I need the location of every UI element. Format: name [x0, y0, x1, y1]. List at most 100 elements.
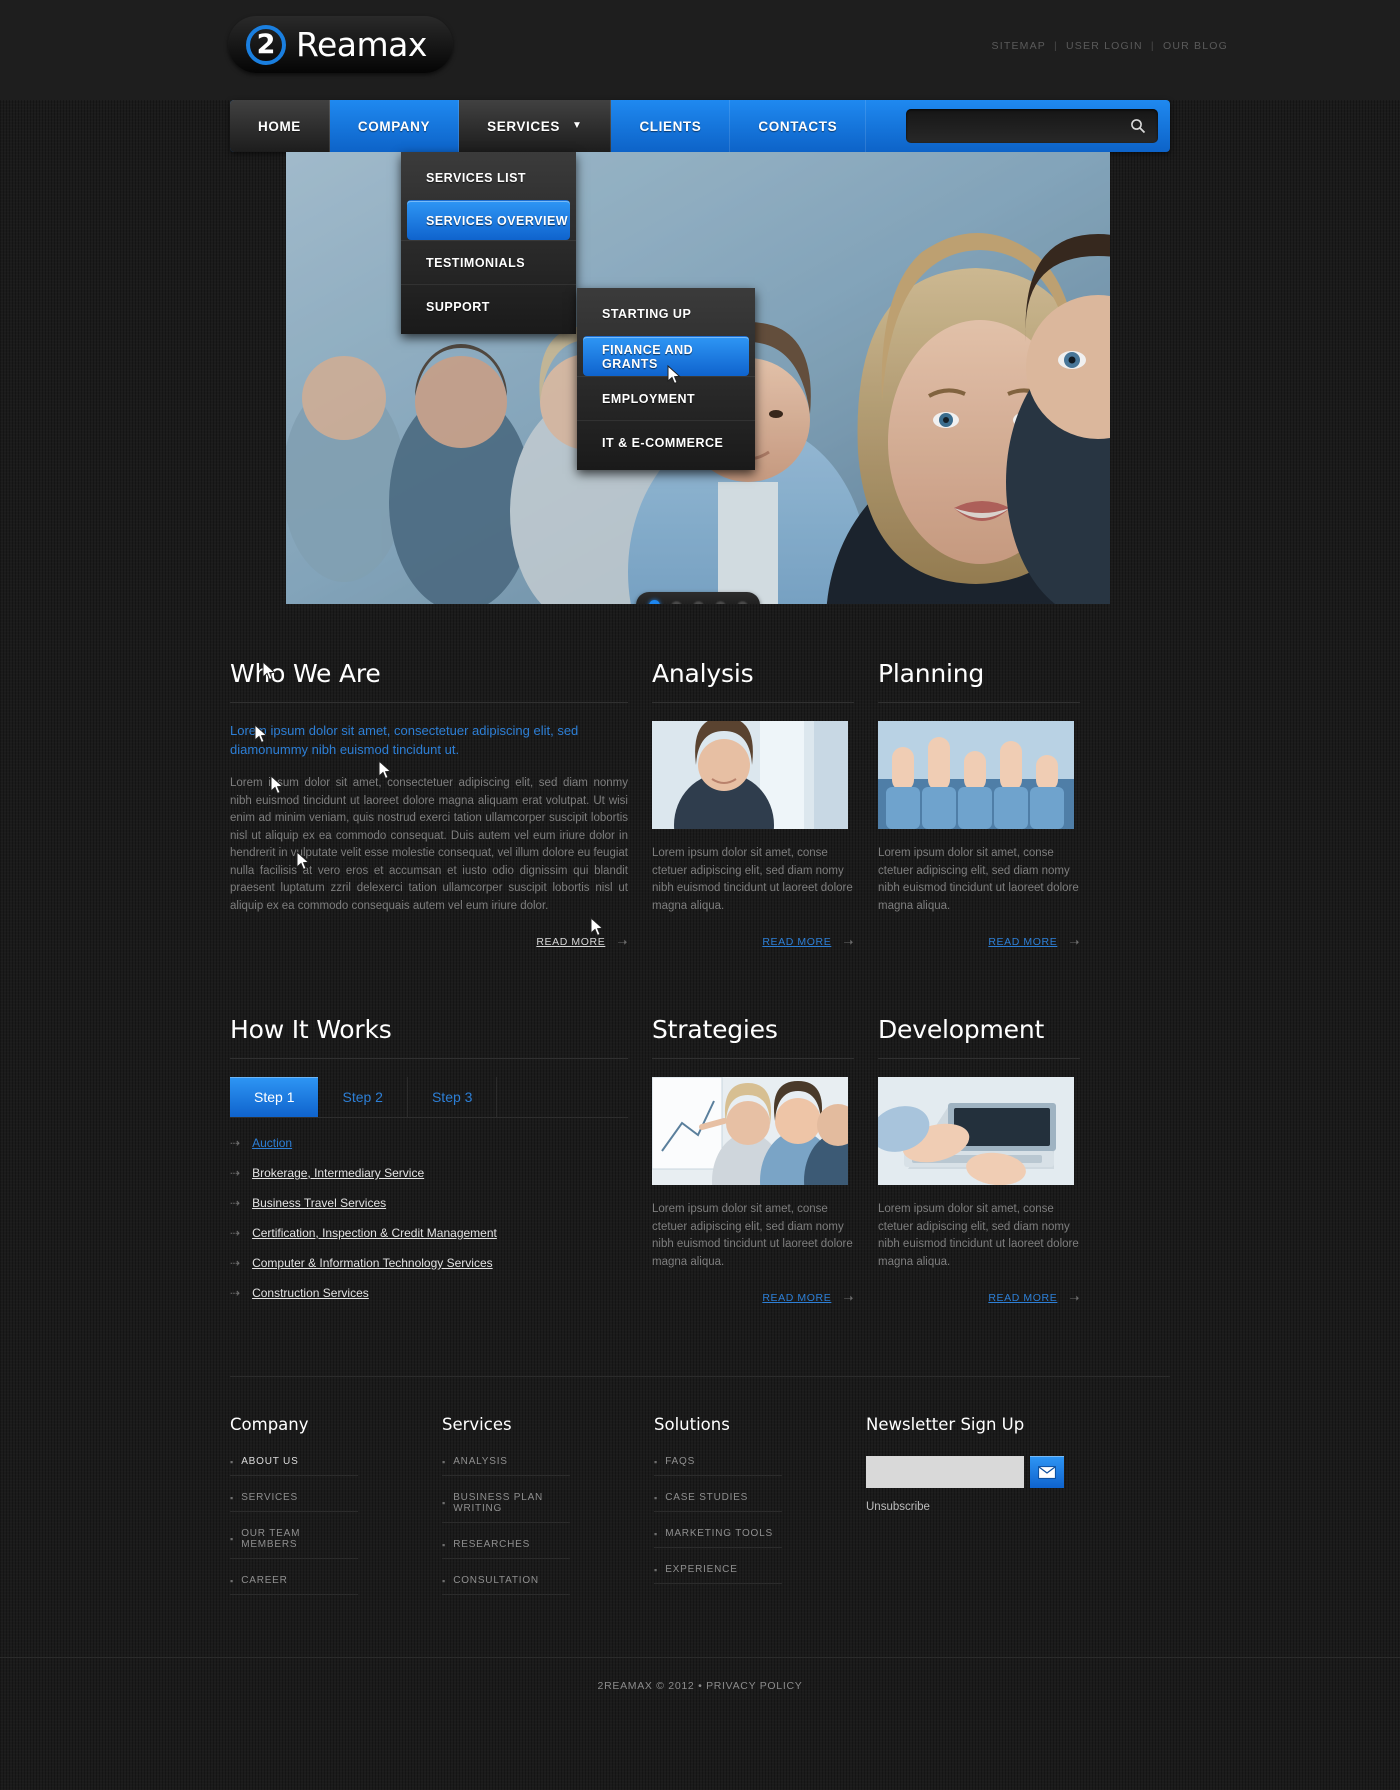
copyright-text[interactable]: 2REAMAX © 2012 • PRIVACY POLICY [598, 1680, 803, 1692]
footer-link[interactable]: SERVICES [241, 1492, 298, 1503]
service-link[interactable]: Business Travel Services [252, 1196, 386, 1210]
nav-item-home[interactable]: HOME [230, 100, 330, 152]
square-bullet-icon: ▪ [442, 1575, 446, 1586]
footer-title: Services [442, 1415, 512, 1434]
square-bullet-icon: ▪ [442, 1539, 446, 1550]
dropdown-label: SUPPORT [426, 299, 490, 314]
footer-link[interactable]: ANALYSIS [453, 1456, 508, 1467]
strategies-read-more[interactable]: READ MORE ➝ [652, 1291, 854, 1305]
read-more-link[interactable]: READ MORE [762, 936, 831, 948]
submenu-item-employment[interactable]: EMPLOYMENT [577, 376, 755, 420]
footer-link[interactable]: ABOUT US [241, 1456, 298, 1467]
footer-link[interactable]: OUR TEAM MEMBERS [241, 1528, 358, 1550]
tab-step-3[interactable]: Step 3 [408, 1077, 498, 1117]
planning-image [878, 721, 1074, 829]
development-read-more[interactable]: READ MORE ➝ [878, 1291, 1080, 1305]
list-item[interactable]: ▪ BUSINESS PLAN WRITING [442, 1492, 570, 1523]
list-item[interactable]: ⇢ Certification, Inspection & Credit Man… [230, 1226, 628, 1240]
newsletter-submit-button[interactable] [1030, 1456, 1064, 1488]
sitemap-link[interactable]: SITEMAP [992, 40, 1046, 52]
envelope-icon [1038, 1465, 1056, 1479]
section-how-it-works: How It Works Step 1 Step 2 Step 3 ⇢ Auct… [230, 723, 628, 1316]
read-more-link[interactable]: READ MORE [762, 1292, 831, 1304]
list-item[interactable]: ⇢ Computer & Information Technology Serv… [230, 1256, 628, 1270]
footer-link[interactable]: CONSULTATION [453, 1575, 539, 1586]
chevron-down-icon: ▼ [571, 120, 583, 131]
footer-title: Solutions [654, 1415, 730, 1434]
submenu-item-finance-and-grants[interactable]: FINANCE AND GRANTS [583, 336, 749, 376]
search-icon[interactable] [1130, 118, 1146, 134]
read-more-link[interactable]: READ MORE [988, 1292, 1057, 1304]
submenu-item-starting-up[interactable]: STARTING UP [577, 292, 755, 336]
analysis-read-more[interactable]: READ MORE ➝ [652, 935, 854, 949]
nav-item-contacts[interactable]: CONTACTS [730, 100, 867, 152]
site-header: 2 Reamax SITEMAP | USER LOGIN | OUR BLOG [0, 0, 1400, 100]
list-item[interactable]: ▪ EXPERIENCE [654, 1564, 782, 1584]
list-item[interactable]: ⇢ Brokerage, Intermediary Service [230, 1166, 628, 1180]
submenu-item-it-ecommerce[interactable]: IT & E-COMMERCE [577, 420, 755, 464]
list-item[interactable]: ▪ MARKETING TOOLS [654, 1528, 782, 1548]
footer-link[interactable]: FAQS [665, 1456, 695, 1467]
search-input[interactable] [906, 109, 1116, 143]
who-we-are-read-more[interactable]: READ MORE ➝ [230, 935, 628, 949]
list-item[interactable]: ▪ ABOUT US [230, 1456, 358, 1476]
unsubscribe-link[interactable]: Unsubscribe [866, 1501, 1086, 1513]
read-more-link[interactable]: READ MORE [988, 936, 1057, 948]
site-logo[interactable]: 2 Reamax [228, 16, 453, 73]
footer-link[interactable]: BUSINESS PLAN WRITING [453, 1492, 570, 1514]
planning-read-more[interactable]: READ MORE ➝ [878, 935, 1080, 949]
logo-text: Reamax [296, 25, 427, 64]
newsletter-email-input[interactable] [866, 1456, 1024, 1488]
list-item[interactable]: ▪ OUR TEAM MEMBERS [230, 1528, 358, 1559]
site-footer: Company ▪ ABOUT US ▪ SERVICES ▪ OUR TEAM… [230, 660, 1170, 1611]
tab-step-2[interactable]: Step 2 [318, 1077, 408, 1117]
footer-link[interactable]: RESEARCHES [453, 1539, 530, 1550]
list-item[interactable]: ▪ CASE STUDIES [654, 1492, 782, 1512]
list-item[interactable]: ⇢ Business Travel Services [230, 1196, 628, 1210]
list-item[interactable]: ⇢ Auction [230, 1136, 628, 1150]
services-overview-submenu: STARTING UP FINANCE AND GRANTS EMPLOYMEN… [577, 288, 755, 470]
service-link[interactable]: Certification, Inspection & Credit Manag… [252, 1226, 497, 1240]
nav-item-company[interactable]: COMPANY [330, 100, 460, 152]
list-item[interactable]: ▪ ANALYSIS [442, 1456, 570, 1476]
footer-link[interactable]: CAREER [241, 1575, 287, 1586]
services-dropdown: SERVICES LIST SERVICES OVERVIEW TESTIMON… [401, 152, 576, 334]
square-bullet-icon: ▪ [230, 1575, 234, 1586]
dropdown-item-services-overview[interactable]: SERVICES OVERVIEW [407, 200, 570, 240]
logo-mark-icon: 2 [246, 24, 286, 65]
square-bullet-icon: ▪ [230, 1534, 234, 1544]
list-item[interactable]: ▪ SERVICES [230, 1492, 358, 1512]
content-row-2: How It Works Step 1 Step 2 Step 3 ⇢ Auct… [230, 723, 1170, 1316]
tab-step-1[interactable]: Step 1 [230, 1077, 319, 1117]
service-link[interactable]: Brokerage, Intermediary Service [252, 1166, 424, 1180]
slider-pager[interactable] [636, 592, 760, 604]
service-link[interactable]: Auction [252, 1136, 292, 1150]
list-item[interactable]: ▪ RESEARCHES [442, 1539, 570, 1559]
our-blog-link[interactable]: OUR BLOG [1163, 40, 1228, 52]
dropdown-label: SERVICES LIST [426, 171, 527, 185]
newsletter-form [866, 1456, 1086, 1488]
footer-link[interactable]: EXPERIENCE [665, 1564, 737, 1575]
footer-link[interactable]: CASE STUDIES [665, 1492, 748, 1503]
dropdown-item-support[interactable]: SUPPORT [401, 284, 576, 328]
nav-item-services[interactable]: SERVICES ▼ [459, 100, 612, 152]
search-box[interactable] [906, 109, 1158, 143]
list-item[interactable]: ▪ FAQS [654, 1456, 782, 1476]
submenu-label: FINANCE AND GRANTS [602, 342, 694, 371]
list-item[interactable]: ▪ CAREER [230, 1575, 358, 1595]
arrow-bullet-icon: ⇢ [230, 1256, 241, 1270]
service-link[interactable]: Computer & Information Technology Servic… [252, 1256, 493, 1270]
nav-item-clients[interactable]: CLIENTS [611, 100, 731, 152]
list-item[interactable]: ⇢ Construction Services [230, 1286, 628, 1300]
arrow-right-icon: ➝ [1069, 935, 1080, 949]
arrow-bullet-icon: ⇢ [230, 1286, 241, 1300]
dropdown-item-testimonials[interactable]: TESTIMONIALS [401, 240, 576, 284]
read-more-link[interactable]: READ MORE [536, 936, 605, 948]
service-link[interactable]: Construction Services [252, 1286, 369, 1300]
user-login-link[interactable]: USER LOGIN [1066, 40, 1143, 52]
content-row-1: Who We Are Lorem ipsum dolor sit amet, c… [230, 659, 1170, 949]
dropdown-item-services-list[interactable]: SERVICES LIST [401, 156, 576, 200]
section-title: Who We Are [230, 659, 628, 703]
list-item[interactable]: ▪ CONSULTATION [442, 1575, 570, 1595]
footer-link[interactable]: MARKETING TOOLS [665, 1528, 773, 1539]
